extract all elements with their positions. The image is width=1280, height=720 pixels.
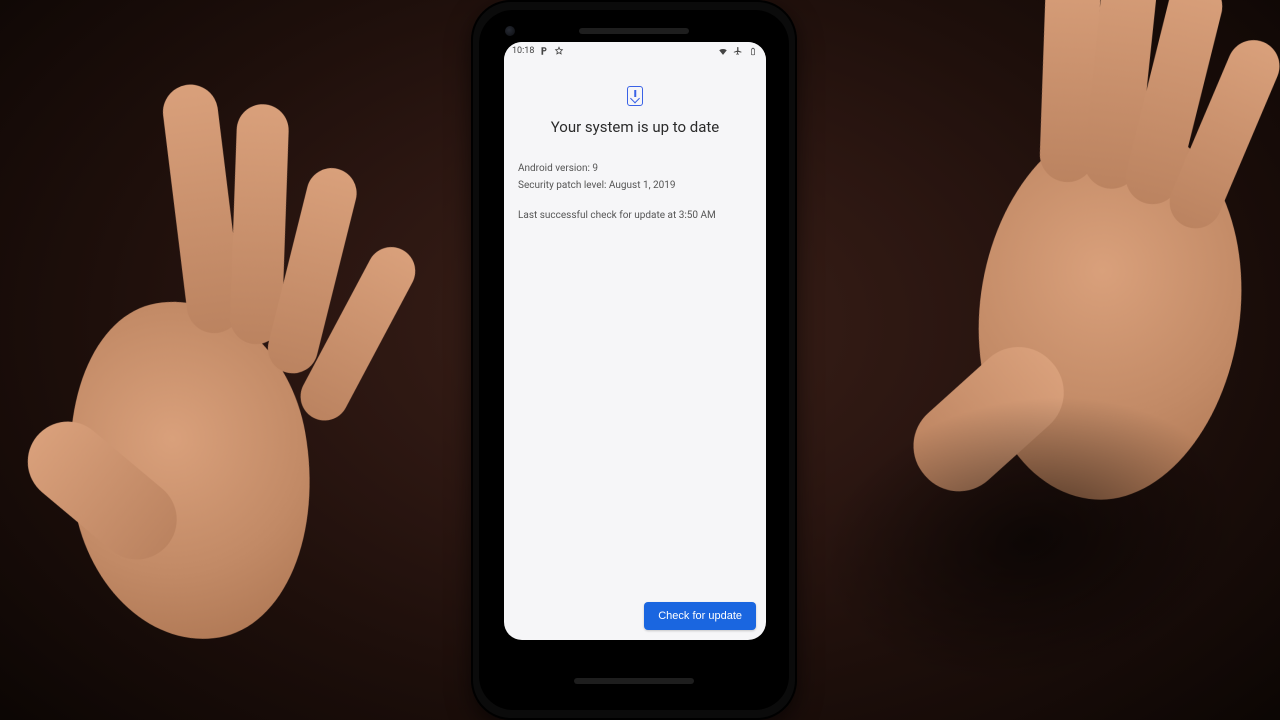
airplane-icon bbox=[733, 46, 743, 56]
system-update-page: Your system is up to date Android versio… bbox=[504, 60, 766, 224]
status-time: 10:18 bbox=[512, 46, 534, 56]
android-version-text: Android version: 9 bbox=[518, 162, 752, 177]
status-bar: 10:18 bbox=[504, 42, 766, 60]
battery-icon bbox=[748, 46, 758, 56]
check-for-update-button[interactable]: Check for update bbox=[644, 602, 756, 630]
phone-bezel: 10:18 bbox=[479, 10, 789, 710]
wifi-icon bbox=[718, 46, 728, 56]
earpiece-speaker bbox=[579, 28, 689, 34]
update-info-block: Android version: 9 Security patch level:… bbox=[518, 162, 752, 224]
parking-icon bbox=[539, 46, 549, 56]
star-outline-icon bbox=[554, 46, 564, 56]
last-check-text: Last successful check for update at 3:50… bbox=[518, 209, 752, 224]
status-bar-left: 10:18 bbox=[512, 46, 564, 56]
page-title: Your system is up to date bbox=[518, 118, 752, 136]
security-patch-text: Security patch level: August 1, 2019 bbox=[518, 179, 752, 194]
phone-frame: 10:18 bbox=[471, 0, 797, 720]
left-hand bbox=[42, 282, 337, 659]
phone-screen: 10:18 bbox=[504, 42, 766, 640]
bottom-action-bar: Check for update bbox=[504, 602, 766, 630]
front-camera bbox=[505, 26, 515, 36]
status-bar-right bbox=[718, 46, 758, 56]
bottom-speaker bbox=[574, 678, 694, 684]
right-hand bbox=[955, 104, 1265, 516]
scene-background: 10:18 bbox=[0, 0, 1280, 720]
system-update-icon bbox=[518, 86, 752, 106]
